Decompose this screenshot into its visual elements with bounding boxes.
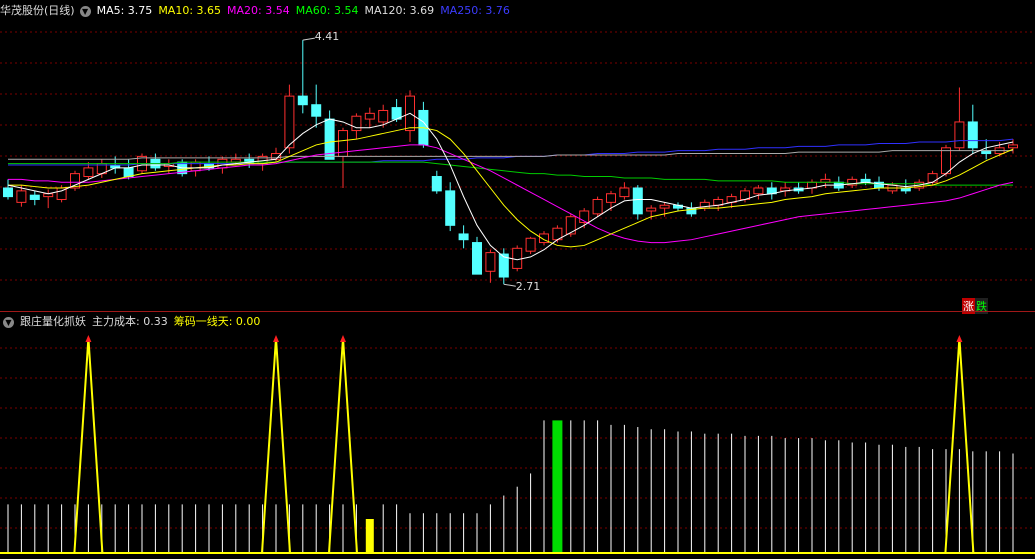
candlestick-chart[interactable]: 4.41 2.71	[0, 0, 1035, 311]
candle-body	[632, 187, 643, 215]
candle-body	[646, 207, 657, 212]
low-price-label: 2.71	[516, 280, 541, 293]
indicator-chart[interactable]	[0, 312, 1035, 559]
candle-body	[3, 187, 13, 198]
candle-body	[659, 204, 670, 209]
chevron-down-icon[interactable]: ▼	[3, 316, 14, 328]
signal-arrow-icon	[340, 335, 346, 342]
candle-body	[525, 237, 536, 252]
signal-arrow-icon	[273, 335, 279, 342]
ma120-line	[8, 150, 1013, 160]
indicator-pane[interactable]: ▼ 跟庄量化抓妖 主力成本: 0.33 筹码一线天: 0.00	[0, 312, 1035, 559]
price-legend: 华茂股份(日线) ▼ MA5: 3.75 MA10: 3.65 MA20: 3.…	[0, 2, 516, 20]
ma250-label: MA250: 3.76	[440, 4, 510, 17]
indicator-name: 跟庄量化抓妖	[20, 315, 86, 328]
candle-body	[967, 121, 978, 149]
ma60-label: MA60: 3.54	[295, 4, 359, 17]
candle-body	[619, 187, 630, 198]
candle-body	[29, 194, 40, 200]
high-marker	[302, 37, 315, 41]
ma20-label: MA20: 3.54	[227, 4, 290, 17]
candle-body	[16, 190, 27, 203]
main-cost-label: 主力成本: 0.33	[92, 315, 168, 328]
chip-line-label: 筹码一线天: 0.00	[173, 315, 261, 328]
candle-body	[311, 104, 322, 117]
candle-body	[431, 176, 442, 192]
volume-bar-yellow	[365, 519, 374, 553]
candle-body	[284, 95, 295, 149]
candle-body	[1008, 144, 1018, 149]
candle-body	[927, 173, 938, 183]
candle-body	[606, 193, 616, 203]
candle-body	[592, 198, 603, 215]
candle-body	[83, 167, 94, 178]
candle-body	[378, 109, 389, 123]
candle-body	[954, 121, 965, 149]
candle-body	[458, 233, 469, 241]
candle-body	[941, 147, 951, 175]
indicator-legend: ▼ 跟庄量化抓妖 主力成本: 0.33 筹码一线天: 0.00	[0, 313, 266, 331]
candle-body	[364, 112, 375, 120]
candle-body	[351, 115, 362, 132]
signal-arrow-icon	[85, 335, 92, 342]
candle-body	[512, 247, 523, 269]
ma5-label: MA5: 3.75	[96, 4, 153, 17]
candle-body	[445, 190, 456, 226]
stock-name: 华茂股份(日线)	[0, 4, 75, 17]
price-chart-pane[interactable]: 华茂股份(日线) ▼ MA5: 3.75 MA10: 3.65 MA20: 3.…	[0, 0, 1035, 314]
candle-body	[485, 252, 496, 272]
candle-body	[472, 242, 482, 275]
candle-body	[123, 167, 134, 178]
low-marker	[503, 283, 516, 287]
signal-arrow-icon	[956, 335, 963, 342]
ma120-label: MA120: 3.69	[364, 4, 435, 17]
chevron-down-icon[interactable]: ▼	[79, 5, 91, 17]
candle-body	[297, 95, 308, 106]
high-price-label: 4.41	[315, 30, 340, 43]
ma10-label: MA10: 3.65	[158, 4, 222, 17]
candle-body	[753, 187, 764, 195]
volume-bar-green	[552, 420, 563, 553]
